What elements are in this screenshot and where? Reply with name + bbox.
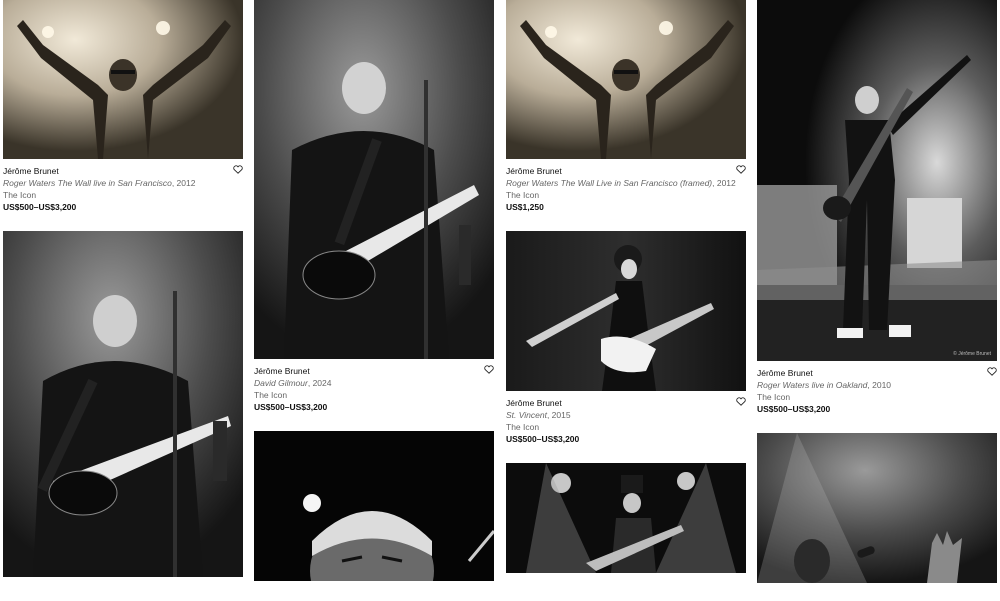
grid-column-2: Jérôme Brunet David Gilmour, 2024 The Ic… xyxy=(254,0,494,599)
price: US$500–US$3,200 xyxy=(506,434,580,444)
artwork-image[interactable] xyxy=(506,231,746,391)
artwork-card[interactable] xyxy=(757,433,997,583)
artwork-image[interactable] xyxy=(757,433,997,583)
artist-name[interactable]: Jérôme Brunet xyxy=(506,397,746,409)
grid-column-3: Jérôme Brunet Roger Waters The Wall Live… xyxy=(506,0,746,591)
artwork-year: , 2012 xyxy=(171,178,196,188)
artwork-year: , 2024 xyxy=(307,378,332,388)
heart-outline-icon[interactable] xyxy=(233,165,243,175)
artwork-image[interactable] xyxy=(254,0,494,359)
price: US$500–US$3,200 xyxy=(3,202,77,212)
artwork-year: , 2012 xyxy=(712,178,736,188)
artwork-image[interactable] xyxy=(3,231,243,577)
artwork-card[interactable]: Jérôme Brunet St. Vincent, 2015 The Icon… xyxy=(506,231,746,445)
artwork-title[interactable]: Roger Waters live in Oakland xyxy=(757,380,867,390)
artist-name[interactable]: Jérôme Brunet xyxy=(3,165,243,177)
gallery-name[interactable]: The Icon xyxy=(3,189,243,201)
price: US$500–US$3,200 xyxy=(254,402,328,412)
artwork-image[interactable] xyxy=(506,463,746,573)
artwork-title[interactable]: Roger Waters The Wall live in San Franci… xyxy=(3,178,172,188)
artwork-card[interactable]: © Jérôme Brunet Jérôme Brunet Roger Wate… xyxy=(757,0,997,415)
price: US$1,250 xyxy=(506,202,544,212)
artwork-card[interactable]: Jérôme Brunet Roger Waters The Wall live… xyxy=(3,0,243,213)
artwork-card[interactable]: Jérôme Brunet David Gilmour, 2024 The Ic… xyxy=(254,0,494,413)
gallery-name[interactable]: The Icon xyxy=(254,389,494,401)
heart-outline-icon[interactable] xyxy=(987,367,997,377)
artwork-year: , 2015 xyxy=(546,410,571,420)
artwork-title[interactable]: St. Vincent xyxy=(506,410,547,420)
artwork-card[interactable] xyxy=(506,463,746,573)
artwork-card[interactable] xyxy=(3,231,243,577)
artist-name[interactable]: Jérôme Brunet xyxy=(506,165,746,177)
artwork-image[interactable] xyxy=(3,0,243,159)
heart-outline-icon[interactable] xyxy=(736,397,746,407)
artwork-image[interactable]: © Jérôme Brunet xyxy=(757,0,997,361)
heart-outline-icon[interactable] xyxy=(736,165,746,175)
artwork-image[interactable] xyxy=(506,0,746,159)
grid-column-1: Jérôme Brunet Roger Waters The Wall live… xyxy=(3,0,243,595)
artwork-title[interactable]: Roger Waters The Wall Live in San Franci… xyxy=(506,178,712,188)
artist-name[interactable]: Jérôme Brunet xyxy=(757,367,997,379)
artwork-card[interactable] xyxy=(254,431,494,581)
gallery-name[interactable]: The Icon xyxy=(506,189,746,201)
photo-credit: © Jérôme Brunet xyxy=(953,351,991,357)
price: US$500–US$3,200 xyxy=(757,404,831,414)
artwork-year: , 2010 xyxy=(867,380,892,390)
gallery-name[interactable]: The Icon xyxy=(506,421,746,433)
heart-outline-icon[interactable] xyxy=(484,365,494,375)
artwork-image[interactable] xyxy=(254,431,494,581)
artwork-card[interactable]: Jérôme Brunet Roger Waters The Wall Live… xyxy=(506,0,746,213)
artist-name[interactable]: Jérôme Brunet xyxy=(254,365,494,377)
grid-column-4: © Jérôme Brunet Jérôme Brunet Roger Wate… xyxy=(757,0,997,601)
artwork-title[interactable]: David Gilmour xyxy=(254,378,308,388)
gallery-name[interactable]: The Icon xyxy=(757,391,997,403)
